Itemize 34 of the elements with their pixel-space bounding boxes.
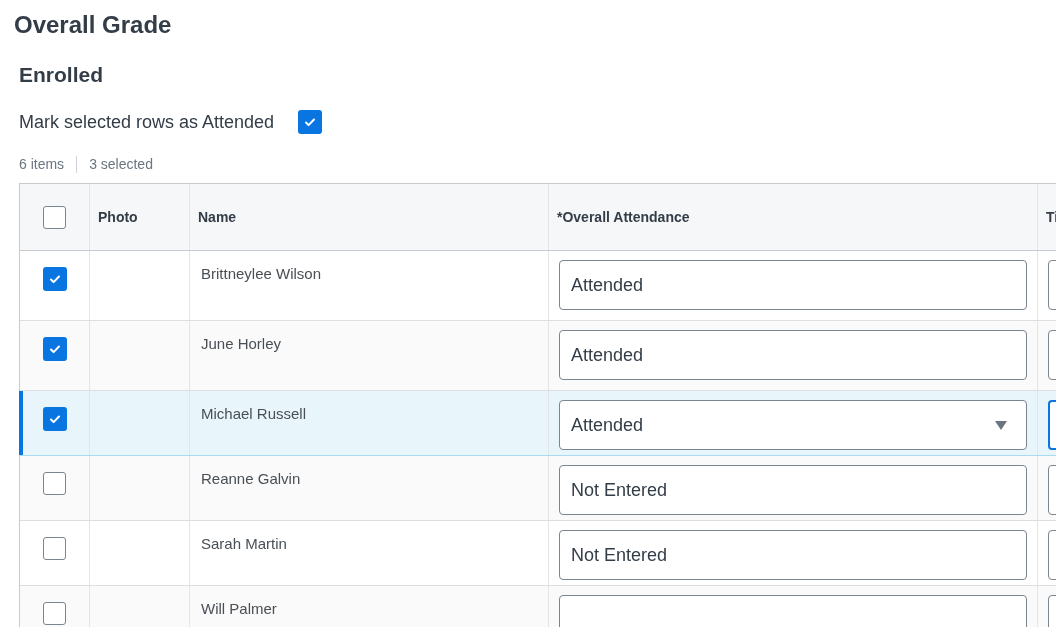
table-row[interactable]: Brittneylee Wilson Attended <box>20 251 1056 321</box>
caret-icon <box>995 420 1007 430</box>
student-name: June Horley <box>201 335 282 352</box>
table-row[interactable]: Will Palmer <box>20 586 1056 627</box>
student-name: Brittneylee Wilson <box>201 265 322 282</box>
checkbox[interactable] <box>43 537 66 560</box>
attendance-field[interactable]: Not Entered <box>559 465 1027 515</box>
column-header: *Overall Attendance <box>557 207 690 227</box>
checkbox[interactable] <box>298 110 323 134</box>
focused-row[interactable]: Michael Russell Attended <box>20 391 1056 456</box>
attendance-field[interactable]: Attended <box>559 330 1027 380</box>
attendance-field[interactable]: Not Entered <box>559 530 1027 580</box>
checkbox[interactable] <box>43 602 66 625</box>
column-header: Name <box>198 207 237 227</box>
checkbox[interactable] <box>42 337 67 361</box>
checkbox[interactable] <box>43 472 66 495</box>
attendance-field[interactable]: Attended <box>559 260 1027 310</box>
section-title: Enrolled <box>19 62 103 88</box>
selected-count: 3 selected <box>89 155 153 174</box>
column-header: Photo <box>98 207 138 227</box>
checkbox[interactable] <box>43 205 66 229</box>
items-count: 6 items <box>19 155 65 174</box>
student-name: Reanne Galvin <box>201 470 301 487</box>
mark-attended-label: Mark selected rows as Attended <box>19 111 275 133</box>
table-row[interactable]: June Horley Attended <box>20 321 1056 391</box>
table-row[interactable]: Sarah Martin Not Entered <box>20 521 1056 586</box>
page-title: Overall Grade <box>14 10 172 39</box>
table-row[interactable]: Reanne Galvin Not Entered <box>20 456 1056 521</box>
checkbox[interactable] <box>42 407 67 431</box>
student-name: Sarah Martin <box>201 535 287 552</box>
checkbox[interactable] <box>42 267 67 291</box>
attendance-dropdown[interactable]: Attended <box>559 400 1027 450</box>
student-name: Will Palmer <box>201 600 277 617</box>
student-name: Michael Russell <box>201 405 307 422</box>
